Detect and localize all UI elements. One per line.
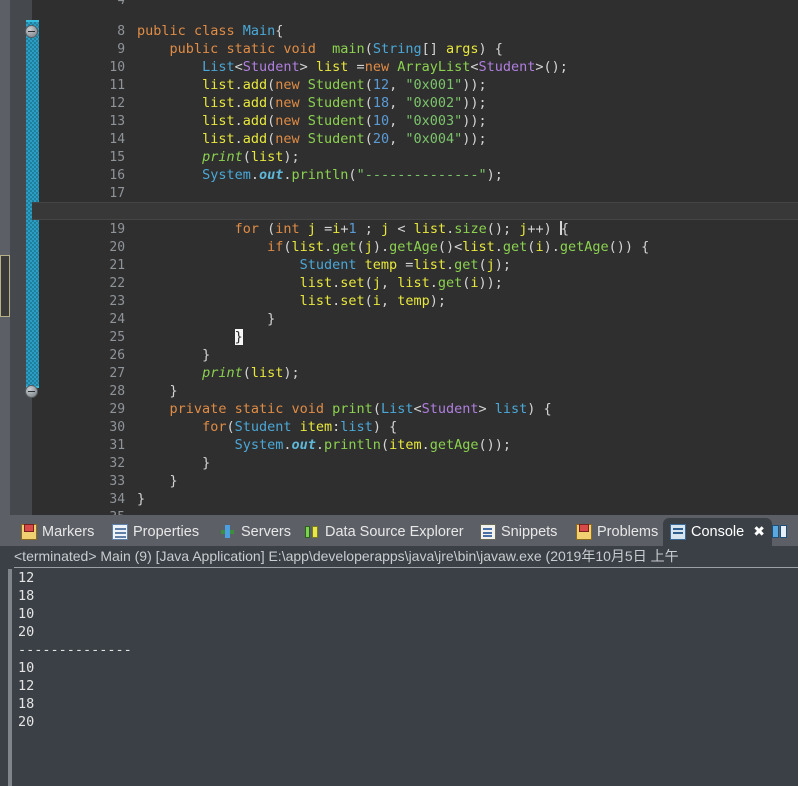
code-line-20[interactable]: 20 if(list.get(j).getAge()<list.get(i).g… — [32, 220, 798, 238]
code-content[interactable]: 7 8public class Main{ 9 public static vo… — [32, 0, 798, 515]
code-line-16[interactable]: 16 System.out.println("--------------"); — [32, 148, 798, 166]
code-line-27[interactable]: 27 print(list); — [32, 346, 798, 364]
console-icon — [670, 524, 686, 540]
tab-label: Snippets — [501, 524, 557, 540]
code-line-15[interactable]: 15 print(list); — [32, 130, 798, 148]
code-line-19-current[interactable]: 19 for (int j =i+1 ; j < list.size(); j+… — [32, 202, 798, 220]
console-left-margin — [8, 569, 12, 786]
data-source-explorer-icon — [304, 524, 320, 540]
servers-icon — [220, 524, 236, 540]
tab-markers[interactable]: Markers — [14, 518, 101, 546]
bottom-view-panel: Markers Properties Servers Data Source E… — [0, 515, 798, 786]
code-line-12[interactable]: 12 list.add(new Student(18, "0x002")); — [32, 76, 798, 94]
code-editor-area: 7 8public class Main{ 9 public static vo… — [0, 0, 798, 515]
code-line-24[interactable]: 24 } — [32, 292, 798, 310]
code-line-31[interactable]: 31 System.out.println(item.getAge()); — [32, 418, 798, 436]
minimized-view-stub[interactable] — [0, 255, 10, 317]
book-icon — [772, 524, 788, 540]
tab-properties[interactable]: Properties — [105, 518, 206, 546]
snippets-icon — [480, 524, 496, 540]
markers-icon — [21, 524, 37, 540]
tab-label: Data Source Explorer — [325, 524, 464, 540]
code-line-26[interactable]: 26 } — [32, 328, 798, 346]
code-line-25[interactable]: 25 } — [32, 310, 798, 328]
view-tab-bar: Markers Properties Servers Data Source E… — [0, 515, 798, 546]
code-line-32[interactable]: 32 } — [32, 436, 798, 454]
code-line-18[interactable]: 18 for (int i = 0; i < list.size(); i++)… — [32, 184, 798, 202]
folding-ruler[interactable] — [10, 0, 32, 515]
problems-icon — [576, 524, 592, 540]
code-line-14[interactable]: 14 list.add(new Student(20, "0x004")); — [32, 112, 798, 130]
code-line-29[interactable]: 29 private static void print(List<Studen… — [32, 382, 798, 400]
tab-snippets[interactable]: Snippets — [473, 518, 564, 546]
code-line-9[interactable]: 9 public static void main(String[] args)… — [32, 22, 798, 40]
tab-label: Servers — [241, 524, 291, 540]
code-line-23[interactable]: 23 list.set(i, temp); — [32, 274, 798, 292]
tab-servers[interactable]: Servers — [213, 518, 298, 546]
code-line-8[interactable]: 8public class Main{ — [32, 4, 798, 22]
console-view: <terminated> Main (9) [Java Application]… — [0, 546, 798, 786]
console-process-label: <terminated> Main (9) [Java Application]… — [14, 546, 798, 568]
code-line-33[interactable]: 33 } — [32, 454, 798, 472]
tab-label: Properties — [133, 524, 199, 540]
tab-overflow[interactable] — [770, 518, 790, 546]
tab-console[interactable]: Console ✖ — [663, 518, 772, 546]
code-line-22[interactable]: 22 list.set(j, list.get(i)); — [32, 256, 798, 274]
code-line-30[interactable]: 30 for(Student item:list) { — [32, 400, 798, 418]
properties-icon — [112, 524, 128, 540]
console-output-text: 12 18 10 20 -------------- 10 12 18 20 — [18, 569, 132, 731]
tab-label: Markers — [42, 524, 94, 540]
close-icon[interactable]: ✖ — [753, 524, 765, 540]
code-line-17[interactable]: 17 — [32, 166, 798, 184]
code-line-13[interactable]: 13 list.add(new Student(10, "0x003")); — [32, 94, 798, 112]
tab-label: Problems — [597, 524, 658, 540]
code-line-28[interactable]: 28 } — [32, 364, 798, 382]
code-line-21[interactable]: 21 Student temp =list.get(j); — [32, 238, 798, 256]
tab-label: Console — [691, 524, 744, 540]
code-line-11[interactable]: 11 list.add(new Student(12, "0x001")); — [32, 58, 798, 76]
console-output-area[interactable]: 12 18 10 20 -------------- 10 12 18 20 — [0, 569, 798, 786]
code-line-10[interactable]: 10 List<Student> list =new ArrayList<Stu… — [32, 40, 798, 58]
code-line-35[interactable]: 35 — [32, 490, 798, 508]
tab-data-source-explorer[interactable]: Data Source Explorer — [297, 518, 471, 546]
eclipse-ide-window: 7 8public class Main{ 9 public static vo… — [0, 0, 798, 786]
code-line-34[interactable]: 34} — [32, 472, 798, 490]
tab-problems[interactable]: Problems — [569, 518, 665, 546]
